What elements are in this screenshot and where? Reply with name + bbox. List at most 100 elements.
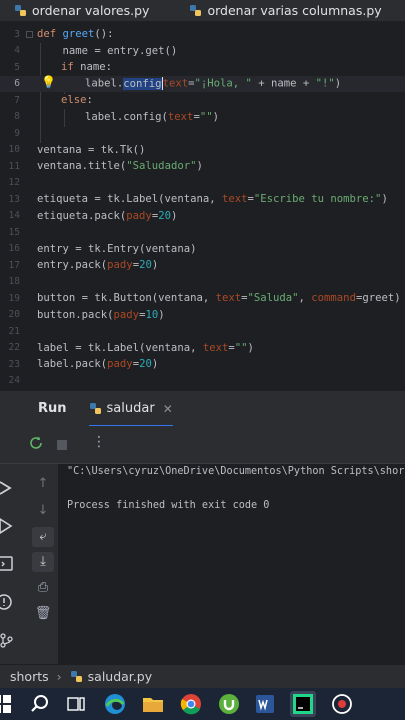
python-icon <box>89 402 102 415</box>
chrome-icon[interactable] <box>179 692 203 716</box>
code-text: etiqueta.pack(pady=20) <box>37 209 178 222</box>
line-number: 23 <box>8 358 20 370</box>
line-number: 14 <box>8 210 20 222</box>
code-line-17: 17 entry.pack(pady=20) <box>0 257 405 274</box>
code-text: entry = tk.Entry(ventana) <box>37 242 197 255</box>
code-text: ventana.title("Saludador") <box>37 160 203 173</box>
line-number: 15 <box>8 226 20 238</box>
file-explorer-icon[interactable] <box>141 692 165 716</box>
close-icon[interactable]: ✕ <box>163 402 173 416</box>
fold-icon[interactable] <box>26 31 33 38</box>
word-icon[interactable] <box>253 692 277 716</box>
editor-tab-bar: ordenar valores.py ordenar varias column… <box>0 0 405 22</box>
code-line-8: 8 label.config(text="") <box>0 109 405 126</box>
tab-ordenar-valores[interactable]: ordenar valores.py <box>14 0 150 21</box>
screen-recorder-icon[interactable] <box>330 692 354 716</box>
code-line-3: 3 def greet(): <box>0 26 405 43</box>
breadcrumb-file[interactable]: saludar.py <box>88 669 152 684</box>
breadcrumb: shorts › saludar.py <box>0 664 405 688</box>
lightbulb-icon[interactable]: 💡 <box>41 75 56 89</box>
line-number: 4 <box>14 45 20 57</box>
more-icon[interactable]: ⋮ <box>92 434 106 450</box>
run-panel-title: Run <box>38 401 67 416</box>
line-number: 19 <box>8 292 20 304</box>
line-number: 17 <box>8 259 20 271</box>
console-gutter: ↑ ↓ ⤶ ⤓ ⎙ 🗑 <box>28 464 58 664</box>
run-panel-header: Run saludar ✕ <box>0 390 405 427</box>
code-text: etiqueta = tk.Label(ventana, text="Escri… <box>37 193 388 206</box>
code-line-13: 13 etiqueta = tk.Label(ventana, text="Es… <box>0 191 405 208</box>
python-icon <box>70 670 83 683</box>
line-number: 6 <box>14 78 20 90</box>
code-line-22: 22 label = tk.Label(ventana, text="") <box>0 340 405 357</box>
console-output[interactable]: "C:\Users\cyruz\OneDrive\Documentos\Pyth… <box>58 464 405 664</box>
pycharm-icon[interactable] <box>290 691 316 717</box>
utorrent-icon[interactable] <box>217 692 241 716</box>
breadcrumb-folder[interactable]: shorts <box>10 669 49 684</box>
search-icon[interactable] <box>28 692 52 716</box>
run-icon[interactable] <box>0 516 14 536</box>
code-text: label = tk.Label(ventana, text="") <box>37 341 254 354</box>
line-number: 16 <box>8 243 20 255</box>
python-console-icon[interactable] <box>0 478 14 498</box>
code-text: if name: <box>61 61 113 74</box>
run-tab-label: saludar <box>106 401 155 416</box>
line-number: 20 <box>8 309 20 321</box>
line-number: 18 <box>8 276 20 288</box>
code-text: name = entry.get() <box>37 44 178 57</box>
code-text: else: <box>61 94 93 107</box>
windows-taskbar <box>0 688 405 720</box>
code-text: def greet(): <box>37 28 114 41</box>
problems-icon[interactable] <box>0 592 14 612</box>
line-number: 8 <box>14 111 20 123</box>
line-number: 7 <box>14 94 20 106</box>
line-number: 21 <box>8 325 20 337</box>
code-line-10: 10 ventana = tk.Tk() <box>0 142 405 159</box>
line-number: 10 <box>8 144 20 156</box>
soft-wrap-icon[interactable]: ⤶ <box>32 527 54 547</box>
line-number: 22 <box>8 342 20 354</box>
code-line-12: 12 <box>0 175 405 192</box>
code-text: label.config(text="") <box>85 110 219 123</box>
code-line-23: 23 label.pack(pady=20) <box>0 356 405 373</box>
code-line-11: 11 ventana.title("Saludador") <box>0 158 405 175</box>
line-number: 3 <box>14 28 20 40</box>
rerun-icon[interactable] <box>28 435 44 455</box>
tab-ordenar-varias-columnas[interactable]: ordenar varias columnas.py <box>189 0 382 21</box>
code-line-4: 4 name = entry.get() <box>0 43 405 60</box>
down-arrow-icon[interactable]: ↓ <box>32 501 54 521</box>
trash-icon[interactable]: 🗑 <box>32 604 54 624</box>
python-icon <box>189 4 202 17</box>
stop-icon[interactable] <box>56 437 68 455</box>
edge-icon[interactable] <box>103 692 127 716</box>
tab-label: ordenar valores.py <box>32 3 150 18</box>
code-line-5: 5 if name: <box>0 59 405 76</box>
line-number: 24 <box>8 375 20 387</box>
print-icon[interactable]: ⎙ <box>32 578 54 598</box>
up-arrow-icon[interactable]: ↑ <box>32 474 54 494</box>
code-line-16: 16 entry = tk.Entry(ventana) <box>0 241 405 258</box>
version-control-icon[interactable] <box>0 630 14 650</box>
scroll-to-end-icon[interactable]: ⤓ <box>32 552 54 572</box>
run-tab-saludar[interactable]: saludar ✕ <box>88 391 173 427</box>
code-text: button.pack(pady=10) <box>37 308 165 321</box>
line-number: 13 <box>8 193 20 205</box>
task-view-icon[interactable] <box>64 692 88 716</box>
code-line-24: 24 <box>0 373 405 390</box>
left-tool-strip <box>0 464 28 664</box>
chevron-right-icon: › <box>56 669 62 684</box>
code-line-21: 21 <box>0 323 405 340</box>
console-line: "C:\Users\cyruz\OneDrive\Documentos\Pyth… <box>67 466 405 477</box>
console-line: Process finished with exit code 0 <box>67 500 270 511</box>
run-toolbar: ⋮ <box>0 426 405 464</box>
code-text: entry.pack(pady=20) <box>37 259 159 272</box>
code-line-14: 14 etiqueta.pack(pady=20) <box>0 208 405 225</box>
terminal-icon[interactable] <box>0 554 14 574</box>
code-editor[interactable]: 3 def greet(): 4 name = entry.get() 5 if… <box>0 22 405 390</box>
code-text: button = tk.Button(ventana, text="Saluda… <box>37 292 401 305</box>
windows-start-icon[interactable] <box>0 692 14 716</box>
line-number: 5 <box>14 61 20 73</box>
line-number: 9 <box>14 127 20 139</box>
code-line-20: 20 button.pack(pady=10) <box>0 307 405 324</box>
line-number: 11 <box>8 160 20 172</box>
